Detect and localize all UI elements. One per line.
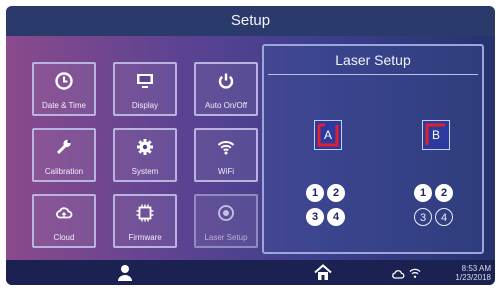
- panel-title: Laser Setup: [335, 52, 411, 68]
- laser-b-position-1[interactable]: 1: [414, 184, 432, 202]
- main-area: Date & Time Display Auto On/Off Calibrat…: [6, 36, 495, 260]
- target-icon: [196, 202, 256, 224]
- laser-a-button[interactable]: A: [314, 120, 342, 150]
- status-clock: 8:53 AM 1/23/2018: [455, 264, 491, 282]
- bottom-bar: 8:53 AM 1/23/2018: [6, 260, 495, 285]
- laser-b-button[interactable]: B: [422, 120, 450, 150]
- tile-wifi[interactable]: WiFi: [194, 128, 258, 182]
- cloud-icon: [34, 202, 94, 224]
- power-icon: [196, 70, 256, 92]
- tile-label: Date & Time: [41, 101, 86, 110]
- laser-a-label: A: [323, 128, 332, 142]
- tile-label: Auto On/Off: [204, 101, 248, 110]
- laser-b-position-3[interactable]: 3: [414, 208, 432, 226]
- tile-laser-setup[interactable]: Laser Setup: [194, 194, 258, 248]
- wifi-icon: [409, 266, 421, 278]
- wifi-icon: [196, 136, 256, 158]
- tile-label: Cloud: [53, 233, 75, 242]
- title-bar: Setup: [6, 6, 495, 36]
- monitor-icon: [115, 70, 175, 92]
- tile-firmware[interactable]: Firmware: [113, 194, 177, 248]
- status-time: 8:53 AM: [461, 264, 491, 273]
- tile-cloud[interactable]: Cloud: [32, 194, 96, 248]
- home-icon[interactable]: [314, 264, 332, 281]
- cloud-icon: [391, 267, 405, 279]
- laser-b-label: B: [431, 128, 440, 142]
- clock-icon: [34, 70, 94, 92]
- tile-label: System: [131, 167, 159, 176]
- laser-a-position-2[interactable]: 2: [327, 184, 345, 202]
- tile-label: Firmware: [128, 233, 162, 242]
- tile-label: Display: [131, 101, 159, 110]
- device-screen: Setup Date & Time Display Auto On/Off Ca…: [6, 6, 495, 285]
- divider: [268, 74, 478, 75]
- laser-setup-panel: Laser Setup A B 1 2 3 4 1 2 3 4: [262, 44, 484, 254]
- tile-label: WiFi: [218, 167, 234, 176]
- tile-system[interactable]: System: [113, 128, 177, 182]
- laser-b-position-4[interactable]: 4: [435, 208, 453, 226]
- laser-a-position-1[interactable]: 1: [306, 184, 324, 202]
- gear-icon: [115, 136, 175, 158]
- page-title: Setup: [230, 12, 271, 29]
- tile-date-time[interactable]: Date & Time: [32, 62, 96, 116]
- status-date: 1/23/2018: [455, 273, 491, 282]
- tile-auto-on-off[interactable]: Auto On/Off: [194, 62, 258, 116]
- laser-b-position-2[interactable]: 2: [435, 184, 453, 202]
- tile-label: Calibration: [44, 167, 84, 176]
- chip-icon: [115, 202, 175, 224]
- settings-grid: Date & Time Display Auto On/Off Calibrat…: [22, 56, 266, 252]
- user-icon[interactable]: [117, 264, 133, 282]
- laser-a-position-4[interactable]: 4: [327, 208, 345, 226]
- tile-label: Laser Setup: [204, 233, 248, 242]
- wrench-icon: [34, 136, 94, 158]
- laser-a-position-3[interactable]: 3: [306, 208, 324, 226]
- tile-calibration[interactable]: Calibration: [32, 128, 96, 182]
- tile-display[interactable]: Display: [113, 62, 177, 116]
